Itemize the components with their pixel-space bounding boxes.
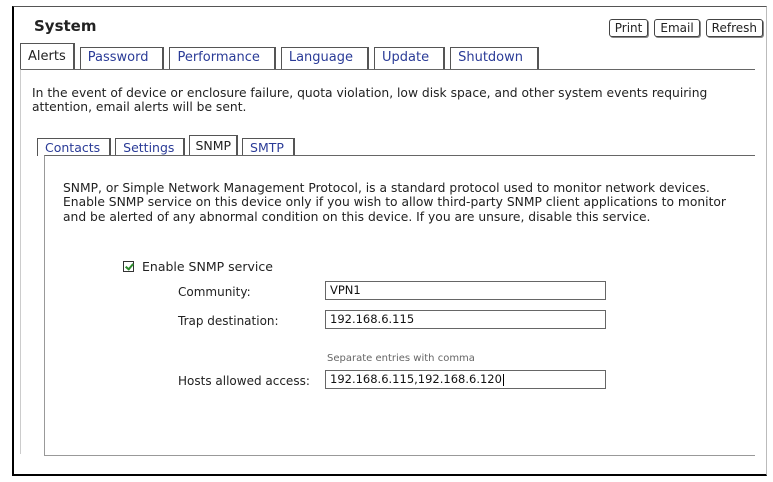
hosts-allowed-label: Hosts allowed access: [178, 374, 310, 388]
tab-settings[interactable]: Settings [115, 138, 186, 156]
alerts-description: In the event of device or enclosure fail… [32, 86, 708, 114]
refresh-button[interactable]: Refresh [705, 19, 763, 37]
tab-language[interactable]: Language [280, 47, 369, 69]
text-caret [502, 373, 504, 386]
tab-update[interactable]: Update [374, 47, 446, 69]
hosts-allowed-field[interactable]: 192.168.6.115,192.168.6.120 [325, 370, 606, 389]
enable-snmp-checkbox[interactable] [123, 261, 134, 272]
page-title: System [34, 17, 97, 35]
tab-password[interactable]: Password [79, 47, 165, 69]
enable-snmp-row: Enable SNMP service [123, 259, 273, 274]
toolbar: Print Email Refresh [608, 19, 763, 37]
email-button[interactable]: Email [654, 19, 700, 37]
hosts-hint: Separate entries with comma [327, 353, 475, 364]
snmp-description: SNMP, or Simple Network Management Proto… [63, 181, 726, 224]
header-bar: System Print Email Refresh [14, 7, 766, 41]
community-field[interactable]: VPN1 [325, 281, 606, 300]
tab-contacts[interactable]: Contacts [37, 138, 112, 156]
alerts-sub-tabs: Contacts Settings SNMP SMTP [37, 135, 295, 156]
main-tabs: Alerts Password Performance Language Upd… [20, 43, 773, 69]
trap-destination-field[interactable]: 192.168.6.115 [325, 310, 606, 329]
tab-shutdown[interactable]: Shutdown [450, 47, 539, 69]
tab-snmp[interactable]: SNMP [189, 135, 239, 156]
trap-destination-label: Trap destination: [178, 314, 279, 328]
hosts-allowed-value: 192.168.6.115,192.168.6.120 [330, 372, 502, 386]
print-button[interactable]: Print [608, 19, 649, 37]
tab-performance[interactable]: Performance [169, 47, 276, 69]
tab-smtp[interactable]: SMTP [242, 138, 295, 156]
enable-snmp-label: Enable SNMP service [142, 259, 273, 274]
tab-alerts[interactable]: Alerts [20, 43, 75, 69]
community-label: Community: [178, 285, 251, 299]
